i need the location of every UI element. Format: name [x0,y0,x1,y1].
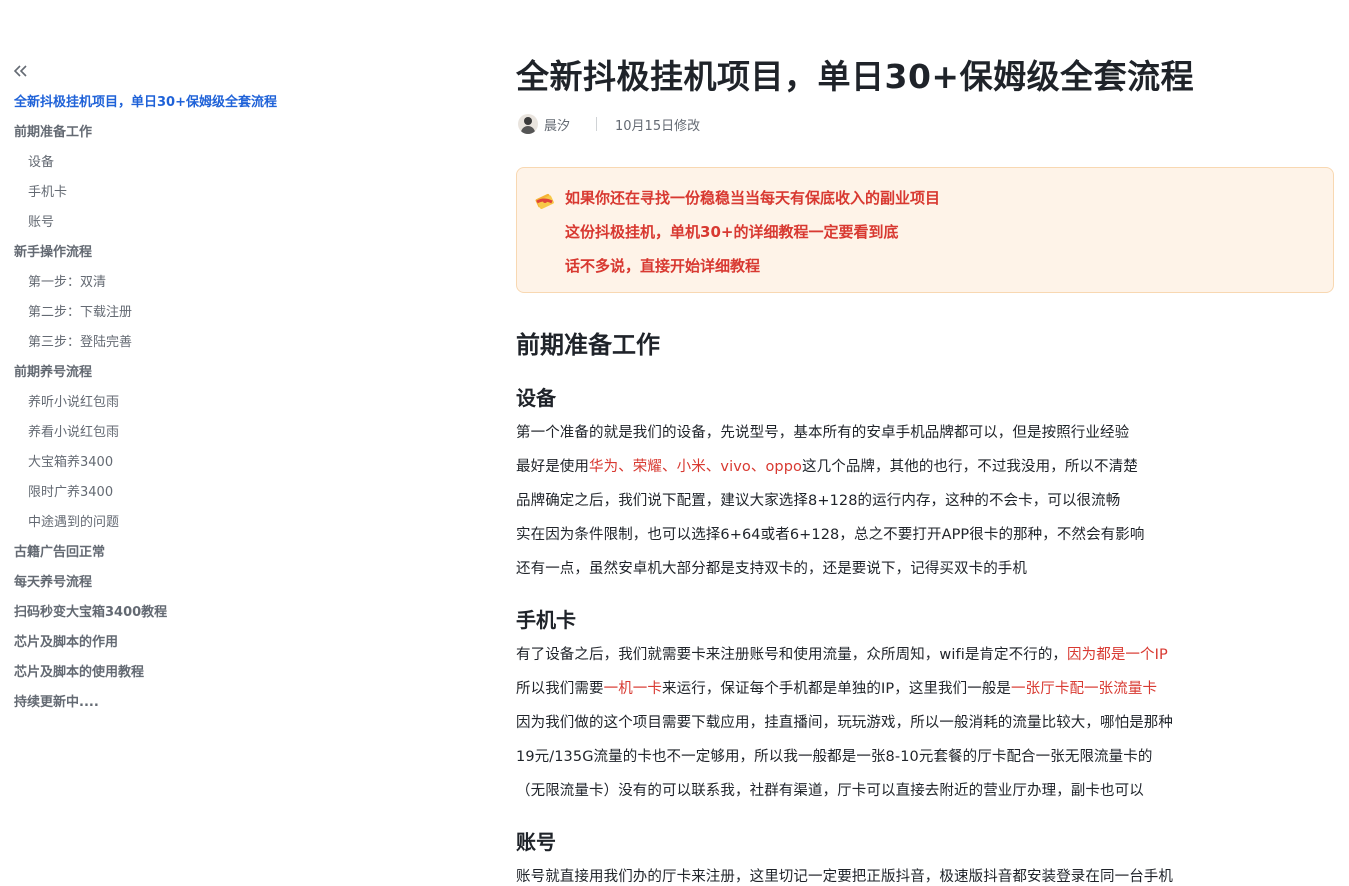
paragraph: 还有一点，虽然安卓机大部分都是支持双卡的，还是要说下，记得买双卡的手机 [516,561,1027,577]
paragraph: 有了设备之后，我们就需要卡来注册账号和使用流量，众所周知，wifi是肯定不行的，… [516,647,1168,663]
paragraph: 19元/135G流量的卡也不一定够用，所以我一般都是一张8-10元套餐的厅卡配合… [516,749,1153,765]
toc-item[interactable]: 扫码秒变大宝箱3400教程 [0,598,480,628]
double-chevron-left-icon [13,65,27,77]
toc-item[interactable]: 前期准备工作 [0,118,480,148]
paragraph: 所以我们需要一机一卡来运行，保证每个手机都是单独的IP，这里我们一般是一张厅卡配… [516,681,1158,697]
callout-line: 话不多说，直接开始详细教程 [565,257,761,275]
paragraph: 账号就直接用我们办的厅卡来注册，这里切记一定要把正版抖音，极速版抖音都安装登录在… [516,869,1173,885]
toc-item[interactable]: 手机卡 [0,178,480,208]
heading-account: 账号 [516,830,556,854]
highlight-text: 一张厅卡配一张流量卡 [1011,681,1158,697]
paragraph: （无限流量卡）没有的可以联系我，社群有渠道，厅卡可以直接去附近的营业厅办理，副卡… [516,783,1144,799]
toc-item[interactable]: 养看小说红包雨 [0,418,480,448]
heading-sim: 手机卡 [516,608,576,632]
toc-item[interactable]: 第三步：登陆完善 [0,328,480,358]
modified-time: 10月15日修改 [615,118,701,134]
heading-prep: 前期准备工作 [516,331,660,359]
highlight-text: 因为都是一个IP [1067,647,1168,663]
collapse-outline-button[interactable] [12,62,30,80]
toc-item[interactable]: 中途遇到的问题 [0,508,480,538]
toc-item[interactable]: 第二步：下载注册 [0,298,480,328]
money-icon [535,193,554,209]
toc-item[interactable]: 每天养号流程 [0,568,480,598]
highlight-text: 华为、荣耀、小米、vivo、oppo [589,459,803,475]
toc-item[interactable]: 第一步：双清 [0,268,480,298]
toc-item[interactable]: 前期养号流程 [0,358,480,388]
meta-divider [596,117,598,131]
toc-item[interactable]: 限时广养3400 [0,478,480,508]
toc-item[interactable]: 大宝箱养3400 [0,448,480,478]
author-name[interactable]: 晨汐 [544,115,570,134]
toc-item[interactable]: 账号 [0,208,480,238]
callout-line: 这份抖极挂机，单机30+的详细教程一定要看到底 [565,223,899,241]
callout-line: 如果你还在寻找一份稳稳当当每天有保底收入的副业项目 [565,189,941,207]
paragraph: 因为我们做的这个项目需要下载应用，挂直播间，玩玩游戏，所以一般消耗的流量比较大，… [516,715,1173,731]
toc-item[interactable]: 芯片及脚本的使用教程 [0,658,480,688]
toc-item[interactable]: 全新抖极挂机项目，单日30+保姆级全套流程 [0,88,480,118]
doc-meta: 晨汐 10月15日修改 [516,113,700,135]
toc-item[interactable]: 新手操作流程 [0,238,480,268]
paragraph: 第一个准备的就是我们的设备，先说型号，基本所有的安卓手机品牌都可以，但是按照行业… [516,425,1130,441]
toc-item[interactable]: 养听小说红包雨 [0,388,480,418]
page-title: 全新抖极挂机项目，单日30+保姆级全套流程 [516,57,1195,96]
callout-block: 如果你还在寻找一份稳稳当当每天有保底收入的副业项目 这份抖极挂机，单机30+的详… [516,167,1334,293]
toc-item[interactable]: 古籍广告回正常 [0,538,480,568]
heading-device: 设备 [516,386,556,410]
table-of-contents: 全新抖极挂机项目，单日30+保姆级全套流程 前期准备工作 设备 手机卡 账号 新手操作流程… [0,88,480,718]
toc-item[interactable]: 持续更新中.... [0,688,480,718]
paragraph: 最好是使用华为、荣耀、小米、vivo、oppo这几个品牌，其他的也行，不过我没用… [516,459,1138,475]
toc-item[interactable]: 设备 [0,148,480,178]
highlight-text: 一机一卡 [603,681,663,697]
outline-sidebar: 全新抖极挂机项目，单日30+保姆级全套流程 前期准备工作 设备 手机卡 账号 新手操作流程… [0,0,480,885]
avatar[interactable] [518,114,538,134]
toc-item[interactable]: 芯片及脚本的作用 [0,628,480,658]
paragraph: 品牌确定之后，我们说下配置，建议大家选择8+128的运行内存，这种的不会卡，可以… [516,493,1121,509]
paragraph: 实在因为条件限制，也可以选择6+64或者6+128，总之不要打开APP很卡的那种… [516,527,1145,543]
